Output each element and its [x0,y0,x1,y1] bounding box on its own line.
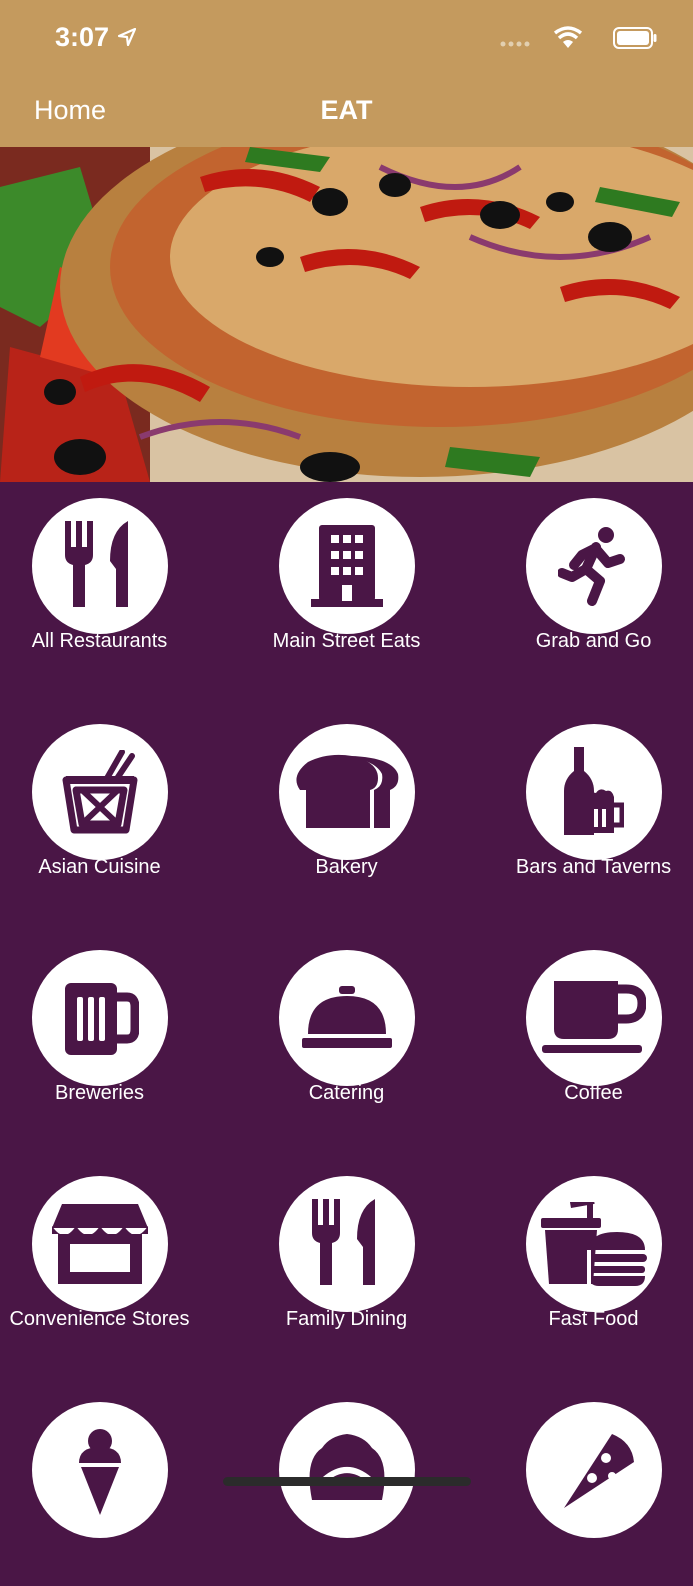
category-tile-pizza[interactable] [478,1386,693,1586]
category-tile-family-dining[interactable]: Family Dining [231,1160,462,1360]
fork-knife-icon [65,521,128,607]
category-tile-grab-and-go[interactable]: Grab and Go [478,482,693,682]
category-circle [279,724,415,860]
category-circle [32,1402,168,1538]
fork-knife-icon [312,1199,375,1285]
running-person-icon [558,527,625,606]
category-circle [526,950,662,1086]
battery-icon [613,27,657,49]
signal-icon [500,41,530,47]
category-circle [279,1402,415,1538]
category-tile-pie[interactable] [231,1386,462,1586]
category-label: Main Street Eats [272,630,421,652]
category-label: Bars and Taverns [515,856,672,878]
category-label: Catering [308,1082,385,1104]
ice-cream-icon [79,1429,121,1515]
pizza-slice-icon [564,1434,634,1508]
navigation-header: 3:07 Home EAT [0,0,693,147]
category-circle [526,724,662,860]
category-tile-main-street-eats[interactable]: Main Street Eats [231,482,462,682]
category-circle [279,1176,415,1312]
category-tile-coffee[interactable]: Coffee [478,934,693,1134]
category-label: All Restaurants [31,630,168,652]
category-label: Breweries [55,1082,144,1104]
takeout-box-icon [62,750,138,834]
pie-icon [309,1434,385,1500]
page-title: EAT [320,95,373,125]
beer-mug-icon [65,983,139,1055]
wifi-icon [553,26,583,48]
category-circle [32,950,168,1086]
category-tile-convenience-stores[interactable]: Convenience Stores [0,1160,215,1360]
category-circle [526,1402,662,1538]
cloche-icon [302,986,392,1048]
soda-burger-icon [541,1202,647,1286]
category-tile-bars-and-taverns[interactable]: Bars and Taverns [478,708,693,908]
category-label: Convenience Stores [9,1308,190,1330]
status-time: 3:07 [55,22,110,52]
category-circle [32,1176,168,1312]
category-circle [32,724,168,860]
category-tile-bakery[interactable]: Bakery [231,708,462,908]
category-tile-fast-food[interactable]: Fast Food [478,1160,693,1360]
hero-pizza-image [0,147,693,482]
category-circle [526,1176,662,1312]
building-icon [311,525,383,607]
coffee-cup-icon [542,981,646,1053]
bread-icon [296,754,399,828]
home-indicator[interactable] [223,1477,471,1486]
category-tile-all-restaurants[interactable]: All Restaurants [0,482,215,682]
category-circle [279,498,415,634]
category-circle [526,498,662,634]
category-tile-ice-cream[interactable] [0,1386,215,1586]
category-label: Asian Cuisine [38,856,161,878]
storefront-icon [52,1204,148,1284]
category-label: Coffee [564,1082,623,1104]
category-label: Fast Food [548,1308,639,1330]
category-tile-catering[interactable]: Catering [231,934,462,1134]
back-button[interactable]: Home [34,95,106,126]
category-tile-asian-cuisine[interactable]: Asian Cuisine [0,708,215,908]
category-label: Grab and Go [535,630,652,652]
category-label: Bakery [315,856,378,878]
category-circle [279,950,415,1086]
bottle-mug-icon [564,747,624,835]
category-label: Family Dining [285,1308,408,1330]
category-tile-breweries[interactable]: Breweries [0,934,215,1134]
location-arrow-icon [118,28,136,46]
category-circle [32,498,168,634]
